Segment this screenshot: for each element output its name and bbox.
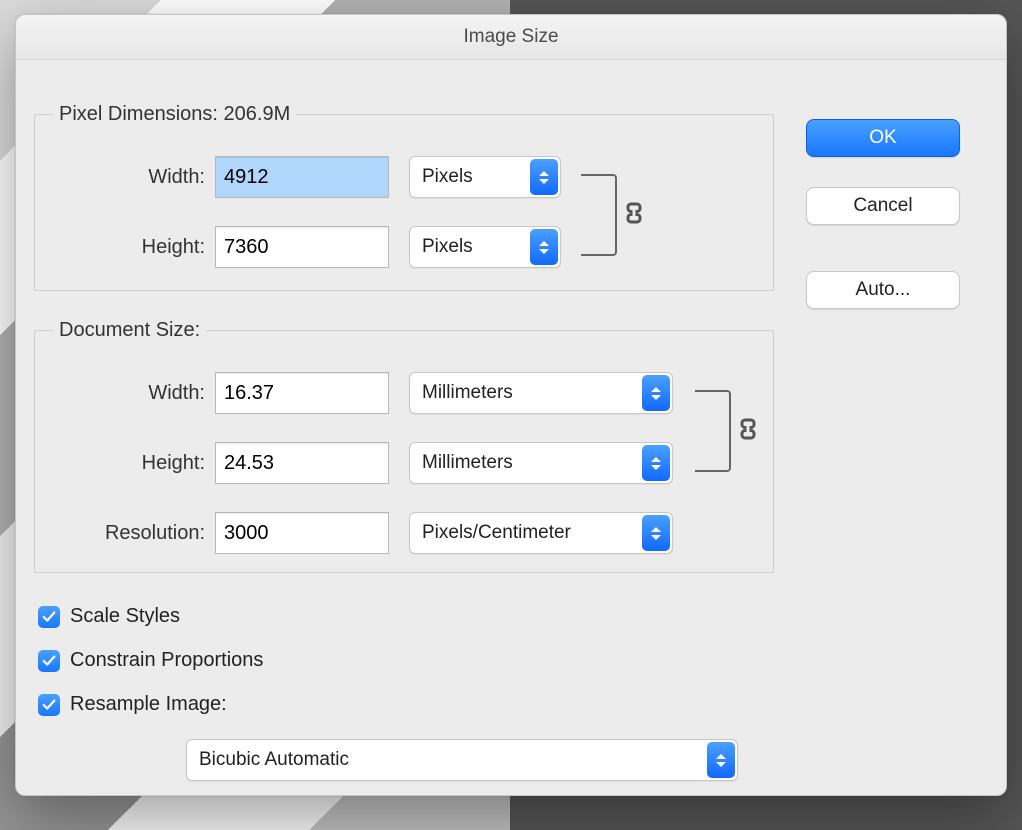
ds-height-unit-select[interactable]: Millimeters <box>409 442 673 484</box>
constrain-proportions-label: Constrain Proportions <box>70 649 263 672</box>
document-size-legend: Document Size: <box>53 319 206 342</box>
link-icon <box>739 416 757 442</box>
pd-width-unit-select[interactable]: Pixels <box>409 156 561 198</box>
check-icon <box>42 654 56 668</box>
ds-width-label: Width: <box>35 382 215 405</box>
ds-resolution-label: Resolution: <box>35 522 215 545</box>
pd-height-unit-select[interactable]: Pixels <box>409 226 561 268</box>
pd-height-label: Height: <box>35 236 215 259</box>
ds-width-unit-select[interactable]: Millimeters <box>409 372 673 414</box>
scale-styles-checkbox[interactable] <box>38 606 60 628</box>
ds-link-bracket <box>695 390 731 472</box>
ds-width-unit-value: Millimeters <box>422 382 513 404</box>
ds-resolution-unit-value: Pixels/Centimeter <box>422 522 571 544</box>
ds-height-unit-value: Millimeters <box>422 452 513 474</box>
pd-width-unit-value: Pixels <box>422 166 473 188</box>
resample-image-row[interactable]: Resample Image: <box>38 693 227 716</box>
image-size-dialog: Image Size Pixel Dimensions: 206.9M Widt… <box>15 14 1007 796</box>
pixel-dimensions-group: Pixel Dimensions: 206.9M Width: Pixels H… <box>34 103 774 291</box>
constrain-proportions-checkbox[interactable] <box>38 650 60 672</box>
ds-height-input[interactable] <box>215 442 389 484</box>
check-icon <box>42 610 56 624</box>
document-size-group: Document Size: Width: Millimeters Height… <box>34 319 774 573</box>
ok-button[interactable]: OK <box>806 119 960 157</box>
constrain-proportions-row[interactable]: Constrain Proportions <box>38 649 263 672</box>
cancel-button[interactable]: Cancel <box>806 187 960 225</box>
pd-width-input[interactable] <box>215 156 389 198</box>
resample-image-checkbox[interactable] <box>38 694 60 716</box>
pd-height-unit-value: Pixels <box>422 236 473 258</box>
pd-width-label: Width: <box>35 166 215 189</box>
pd-height-input[interactable] <box>215 226 389 268</box>
resample-method-value: Bicubic Automatic <box>199 749 349 771</box>
stepper-icon <box>642 515 670 551</box>
resample-method-select[interactable]: Bicubic Automatic <box>186 739 738 781</box>
scale-styles-label: Scale Styles <box>70 605 180 628</box>
ds-resolution-input[interactable] <box>215 512 389 554</box>
stepper-icon <box>707 742 735 778</box>
pd-link-bracket <box>581 174 617 256</box>
stepper-icon <box>530 159 558 195</box>
stepper-icon <box>642 375 670 411</box>
scale-styles-row[interactable]: Scale Styles <box>38 605 180 628</box>
auto-button[interactable]: Auto... <box>806 271 960 309</box>
ds-width-input[interactable] <box>215 372 389 414</box>
dialog-title: Image Size <box>16 15 1006 60</box>
resample-image-label: Resample Image: <box>70 693 227 716</box>
ds-resolution-unit-select[interactable]: Pixels/Centimeter <box>409 512 673 554</box>
link-icon <box>625 200 643 226</box>
ds-height-label: Height: <box>35 452 215 475</box>
stepper-icon <box>530 229 558 265</box>
stepper-icon <box>642 445 670 481</box>
check-icon <box>42 698 56 712</box>
pixel-dimensions-legend: Pixel Dimensions: 206.9M <box>53 103 296 126</box>
